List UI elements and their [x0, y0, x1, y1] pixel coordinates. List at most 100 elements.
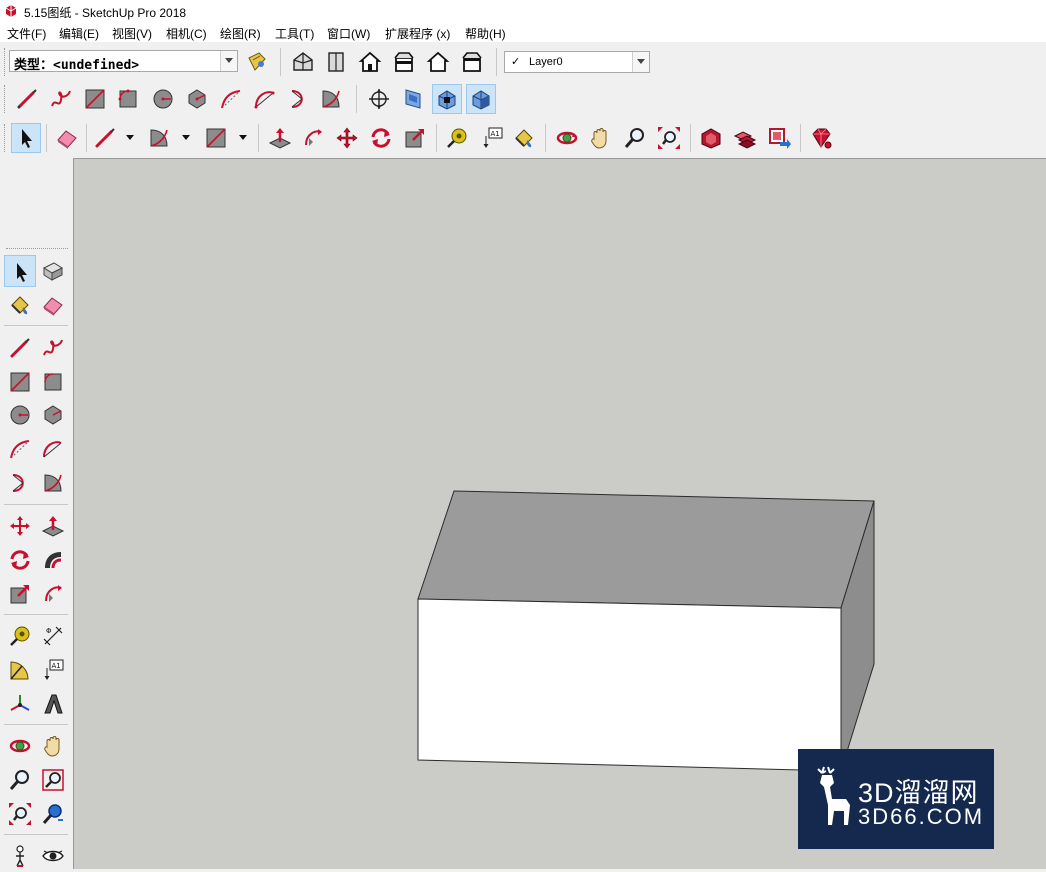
- tray-text-button[interactable]: A1: [37, 654, 69, 686]
- tray-dimension-button[interactable]: Φ: [37, 620, 69, 652]
- section-plane-button[interactable]: [364, 84, 394, 114]
- pan-tool-button[interactable]: [585, 123, 615, 153]
- tray-polygon-button[interactable]: [37, 399, 69, 431]
- toolbar-grip[interactable]: [4, 48, 7, 76]
- shape-tools-dropdown[interactable]: [237, 123, 249, 153]
- view-left-button[interactable]: [457, 47, 487, 77]
- view-right-button[interactable]: [389, 47, 419, 77]
- menu-draw[interactable]: 绘图(R): [220, 25, 261, 42]
- tray-3d-text-button[interactable]: [37, 688, 69, 720]
- line-tool-button-main[interactable]: [90, 123, 120, 153]
- box-front-face[interactable]: [417, 598, 842, 772]
- tray-previous-view-button[interactable]: [37, 798, 69, 830]
- rectangle-tool-button[interactable]: [80, 84, 110, 114]
- tray-move-button[interactable]: [4, 510, 36, 542]
- paint-bucket-tool-button[interactable]: [509, 123, 539, 153]
- zoom-window-icon: [42, 769, 64, 791]
- two-point-arc-tool-button[interactable]: [250, 84, 280, 114]
- tray-freehand-button[interactable]: [37, 332, 69, 364]
- move-tool-button[interactable]: [332, 123, 362, 153]
- text-tool-button[interactable]: A1: [477, 123, 507, 153]
- scale-tool-button[interactable]: [400, 123, 430, 153]
- tray-tape-measure-button[interactable]: [4, 620, 36, 652]
- menu-extensions[interactable]: 扩展程序 (x): [385, 25, 450, 42]
- tray-pan-button[interactable]: [37, 730, 69, 762]
- select-tool-button[interactable]: [11, 123, 41, 153]
- eraser-tool-button[interactable]: [52, 123, 82, 153]
- line-tool-button[interactable]: [12, 84, 42, 114]
- push-pull-tool-button[interactable]: [265, 123, 295, 153]
- toolbar-grip[interactable]: [6, 248, 68, 251]
- tape-measure-tool-button[interactable]: [442, 123, 472, 153]
- layer-selector[interactable]: ✓ Layer0: [504, 51, 650, 73]
- display-section-planes-button[interactable]: [398, 84, 428, 114]
- pie-tool-button[interactable]: [316, 84, 346, 114]
- three-point-arc-tool-button[interactable]: [284, 84, 314, 114]
- layer-selector-dropdown[interactable]: [632, 52, 649, 72]
- rotate-tool-button[interactable]: [366, 123, 396, 153]
- view-back-button[interactable]: [423, 47, 453, 77]
- tray-offset-button[interactable]: [37, 544, 69, 576]
- tray-pie-button[interactable]: [37, 467, 69, 499]
- rotated-rectangle-tool-button[interactable]: [113, 84, 143, 114]
- style-selector-dropdown[interactable]: [220, 51, 237, 71]
- share-component-button[interactable]: [764, 123, 794, 153]
- tray-two-point-arc-button[interactable]: [37, 433, 69, 465]
- tray-orbit-button[interactable]: [4, 730, 36, 762]
- tray-arc-button[interactable]: [4, 433, 36, 465]
- move-icon: [336, 127, 358, 149]
- toolbar-grip[interactable]: [4, 85, 7, 113]
- arc-tool-button[interactable]: [216, 84, 246, 114]
- section-fill-button[interactable]: [466, 84, 496, 114]
- view-front-button[interactable]: [355, 47, 385, 77]
- follow-me-tool-button[interactable]: [298, 123, 328, 153]
- freehand-tool-button[interactable]: [46, 84, 76, 114]
- shape-tools-button-main[interactable]: [201, 123, 231, 153]
- share-model-button[interactable]: [730, 123, 760, 153]
- arc-tools-dropdown[interactable]: [180, 123, 192, 153]
- menu-help[interactable]: 帮助(H): [465, 25, 506, 42]
- toolbar-grip[interactable]: [4, 124, 7, 152]
- menu-view[interactable]: 视图(V): [112, 25, 152, 42]
- tray-make-component-button[interactable]: [37, 255, 69, 287]
- tray-push-pull-button[interactable]: [37, 510, 69, 542]
- zoom-tool-button[interactable]: [620, 123, 650, 153]
- tray-axes-button[interactable]: [4, 688, 36, 720]
- tray-scale-button[interactable]: [4, 578, 36, 610]
- tray-look-around-button[interactable]: [37, 840, 69, 872]
- 3d-warehouse-button[interactable]: [696, 123, 726, 153]
- tray-line-button[interactable]: [4, 332, 36, 364]
- arc-tools-button-main[interactable]: [144, 123, 174, 153]
- menu-window[interactable]: 窗口(W): [327, 25, 370, 42]
- tray-paint-bucket-button[interactable]: [4, 289, 36, 321]
- tray-rotate-button[interactable]: [4, 544, 36, 576]
- tray-zoom-extents-button[interactable]: [4, 798, 36, 830]
- menu-file[interactable]: 文件(F): [7, 25, 46, 42]
- tray-position-camera-button[interactable]: [4, 840, 36, 872]
- circle-tool-button[interactable]: [148, 84, 178, 114]
- box-top-face[interactable]: [417, 490, 875, 609]
- polygon-tool-button[interactable]: [182, 84, 212, 114]
- style-manager-button[interactable]: [242, 47, 272, 77]
- menu-edit[interactable]: 编辑(E): [59, 25, 99, 42]
- extension-warehouse-button[interactable]: [806, 123, 836, 153]
- tray-zoom-window-button[interactable]: [37, 764, 69, 796]
- tray-select-button[interactable]: [4, 255, 36, 287]
- view-iso-button[interactable]: [288, 47, 318, 77]
- menu-tools[interactable]: 工具(T): [275, 25, 314, 42]
- orbit-tool-button[interactable]: [552, 123, 582, 153]
- tray-eraser-button[interactable]: [37, 289, 69, 321]
- display-section-cuts-button[interactable]: [432, 84, 462, 114]
- tray-rotated-rectangle-button[interactable]: [37, 366, 69, 398]
- tray-protractor-button[interactable]: [4, 654, 36, 686]
- view-top-button[interactable]: [321, 47, 351, 77]
- zoom-extents-button[interactable]: [654, 123, 684, 153]
- tray-rectangle-button[interactable]: [4, 366, 36, 398]
- tray-zoom-button[interactable]: [4, 764, 36, 796]
- menu-camera[interactable]: 相机(C): [166, 25, 207, 42]
- tray-circle-button[interactable]: [4, 399, 36, 431]
- line-tools-dropdown[interactable]: [124, 123, 136, 153]
- style-selector[interactable]: 类型：<undefined>: [9, 50, 238, 73]
- tray-three-point-arc-button[interactable]: [4, 467, 36, 499]
- tray-follow-me-button[interactable]: [37, 578, 69, 610]
